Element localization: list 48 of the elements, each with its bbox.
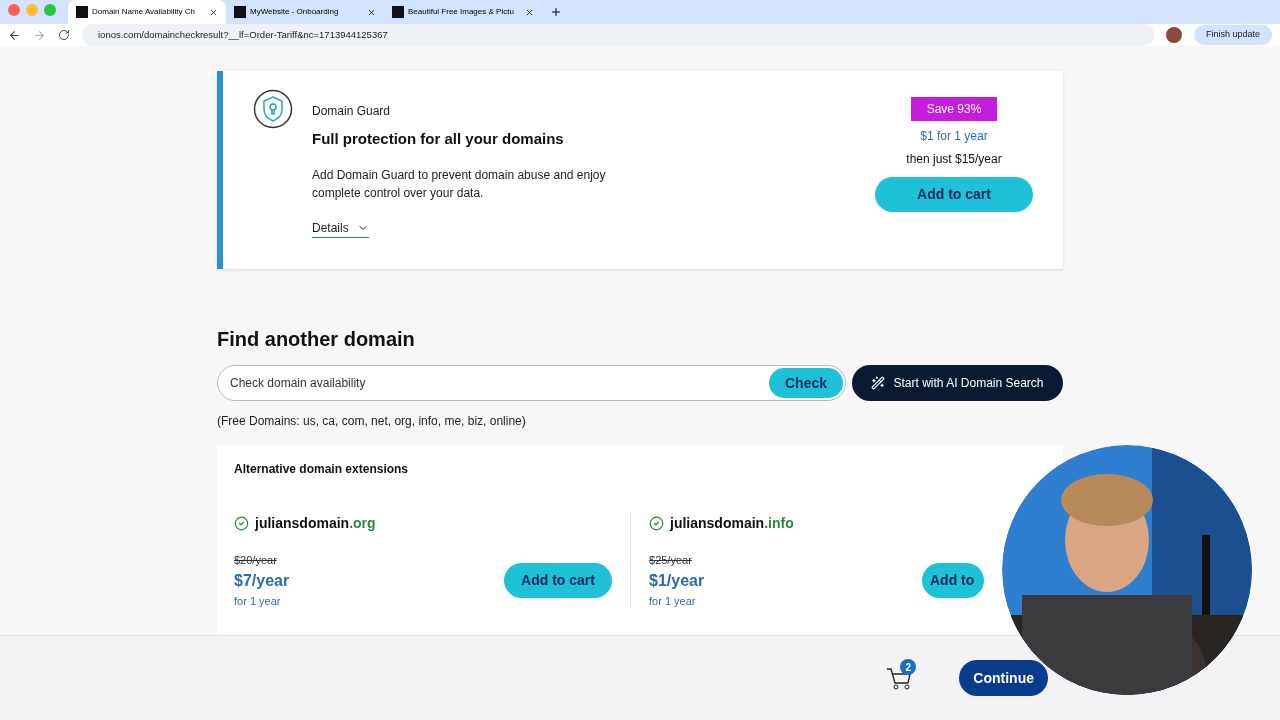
site-icon xyxy=(392,6,404,18)
shield-icon xyxy=(253,89,293,129)
old-price: $25/year xyxy=(649,553,693,568)
available-check-icon xyxy=(649,516,664,531)
continue-button[interactable]: Continue xyxy=(959,660,1048,696)
site-icon xyxy=(234,6,246,18)
tab-title: Beautiful Free Images & Pictu xyxy=(408,6,514,18)
tab-title: Domain Name Availability Ch xyxy=(92,6,195,18)
address-bar[interactable]: ionos.com/domaincheckresult?__lf=Order-Tariff&nc=1713944125367 xyxy=(82,24,1154,46)
price: $7/year xyxy=(234,570,290,591)
old-price: $20/year xyxy=(234,553,278,568)
price-term: for 1 year xyxy=(234,593,282,609)
cart-count-badge: 2 xyxy=(900,659,917,675)
add-to-cart-button[interactable]: Add to cart xyxy=(875,177,1033,212)
ai-search-button[interactable]: Start with AI Domain Search xyxy=(852,365,1063,401)
profile-avatar[interactable] xyxy=(1165,27,1182,43)
add-to-cart-button[interactable]: Add to xyxy=(922,563,984,598)
product-title: Full protection for all your domains xyxy=(312,129,565,149)
browser-tab[interactable]: MyWebsite - Onboarding xyxy=(226,0,384,24)
domain-name: juliansdomain.info xyxy=(670,514,794,533)
panel-heading: Alternative domain extensions xyxy=(234,461,410,478)
domain-name: juliansdomain.org xyxy=(255,514,376,533)
back-icon[interactable] xyxy=(8,28,21,42)
free-domains-note: (Free Domains: us, ca, com, net, org, info, me, biz, online) xyxy=(217,413,527,430)
site-icon xyxy=(76,6,88,18)
product-description: Add Domain Guard to prevent domain abuse and enjoy complete control over your data. xyxy=(312,166,607,202)
renewal-price: then just $15/year xyxy=(906,151,1002,168)
section-heading: Find another domain xyxy=(217,327,416,352)
price-term: for 1 year xyxy=(649,593,697,609)
promo-price: $1 for 1 year xyxy=(920,128,988,145)
domain-search-field[interactable]: Check domain availability Check xyxy=(217,365,846,401)
discount-badge: Save 93% xyxy=(910,97,998,121)
tab-title: MyWebsite - Onboarding xyxy=(250,6,339,18)
close-tab-icon[interactable] xyxy=(367,7,376,17)
details-link[interactable]: Details xyxy=(312,218,369,238)
new-tab-icon[interactable] xyxy=(550,6,562,18)
add-to-cart-button[interactable]: Add to cart xyxy=(504,563,612,598)
close-tab-icon[interactable] xyxy=(525,7,534,17)
product-label: Domain Guard xyxy=(312,103,392,120)
magic-wand-icon xyxy=(871,376,886,390)
price: $1/year xyxy=(649,570,705,591)
check-button[interactable]: Check xyxy=(768,368,843,398)
close-tab-icon[interactable] xyxy=(209,7,218,17)
browser-tab[interactable]: Beautiful Free Images & Pictu xyxy=(384,0,542,24)
reload-icon[interactable] xyxy=(58,29,70,41)
browser-tab[interactable]: Domain Name Availability Ch xyxy=(68,0,226,24)
update-button[interactable]: Finish update xyxy=(1193,25,1272,45)
available-check-icon xyxy=(234,516,249,531)
